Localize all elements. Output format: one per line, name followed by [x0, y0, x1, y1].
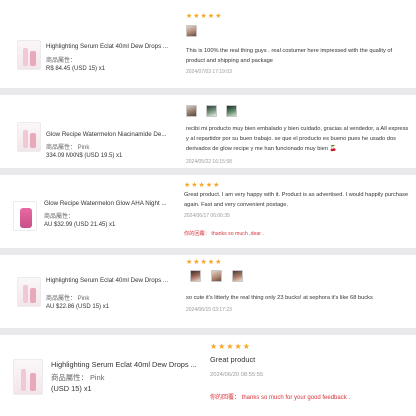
review-photo[interactable] [211, 270, 222, 282]
star-rating: ★★★★★ [184, 182, 221, 189]
review-date: 2024/05/22 16:15:58 [186, 159, 232, 165]
product-thumbnail[interactable] [17, 277, 41, 307]
divider [0, 88, 416, 95]
review-card: Highlighting Serum Eclat 40ml Dew Drops … [0, 335, 416, 416]
review-text: Great product [210, 355, 256, 364]
review-photo[interactable] [232, 270, 243, 282]
product-title[interactable]: Highlighting Serum Eclat 40ml Dew Drops … [46, 43, 168, 50]
review-card: Glow Recipe Watermelon Glow AHA Night ..… [0, 175, 416, 248]
review-date: 2024/07/03 17:19:03 [186, 69, 232, 75]
product-price: AU $22.86 (USD 15) x1 [46, 304, 110, 310]
divider [0, 168, 416, 175]
review-photo[interactable] [186, 105, 197, 117]
product-thumbnail[interactable] [13, 359, 43, 395]
review-text: recibi mi producto muy bien embalado y b… [186, 126, 409, 152]
review-card: Highlighting Serum Eclat 40ml Dew Drops … [0, 255, 416, 328]
divider [0, 248, 416, 255]
product-thumbnail[interactable] [17, 40, 41, 70]
product-title[interactable]: Glow Recipe Watermelon Glow AHA Night ..… [44, 200, 167, 207]
product-price: (USD 15) x1 [51, 384, 92, 393]
review-text: Great product. I am very happy with it. … [184, 192, 409, 208]
review-photo[interactable] [226, 105, 237, 117]
product-price: AU $32.99 (USD 21.45) x1 [44, 222, 116, 228]
product-attribute: 商品屬性： Pink [46, 296, 90, 302]
product-thumbnail[interactable] [13, 201, 37, 231]
seller-reply: 你的回覆： thanks so much for your good feedb… [210, 395, 351, 401]
seller-reply: 你的回覆： thanks so much ,dear . [184, 231, 264, 237]
review-card: Highlighting Serum Eclat 40ml Dew Drops … [0, 0, 416, 88]
review-photo[interactable] [206, 105, 217, 117]
review-text: This is 100% the real thing guys . real … [186, 48, 393, 64]
product-attribute: 商品屬性： [44, 214, 75, 220]
review-date: 2024/06/20 08:55:55 [210, 372, 264, 378]
product-thumbnail[interactable] [17, 122, 41, 152]
product-attribute: 商品屬性： Pink [51, 373, 105, 382]
star-rating: ★★★★★ [186, 13, 223, 20]
star-rating: ★★★★★ [210, 342, 251, 351]
review-text: so cute it's litterly the real thing onl… [186, 295, 373, 301]
divider [0, 328, 416, 335]
review-card: Glow Recipe Watermelon Niacinamide De...… [0, 95, 416, 168]
product-title[interactable]: Glow Recipe Watermelon Niacinamide De... [46, 131, 166, 138]
product-attribute: 商品屬性： Pink [46, 145, 90, 151]
review-date: 2024/06/17 06:06:35 [184, 213, 230, 219]
product-title[interactable]: Highlighting Serum Eclat 40ml Dew Drops … [51, 360, 197, 369]
review-date: 2024/06/15 03:17:23 [186, 307, 232, 313]
star-rating: ★★★★★ [186, 259, 223, 266]
product-price: R$ 84.45 (USD 15) x1 [46, 66, 106, 72]
review-photo[interactable] [190, 270, 201, 282]
product-price: 334.09 MXN$ (USD 19.5) x1 [46, 153, 123, 159]
product-attribute: 商品屬性： [46, 58, 77, 64]
review-photo[interactable] [186, 25, 197, 37]
product-title[interactable]: Highlighting Serum Eclat 40ml Dew Drops … [46, 277, 168, 284]
